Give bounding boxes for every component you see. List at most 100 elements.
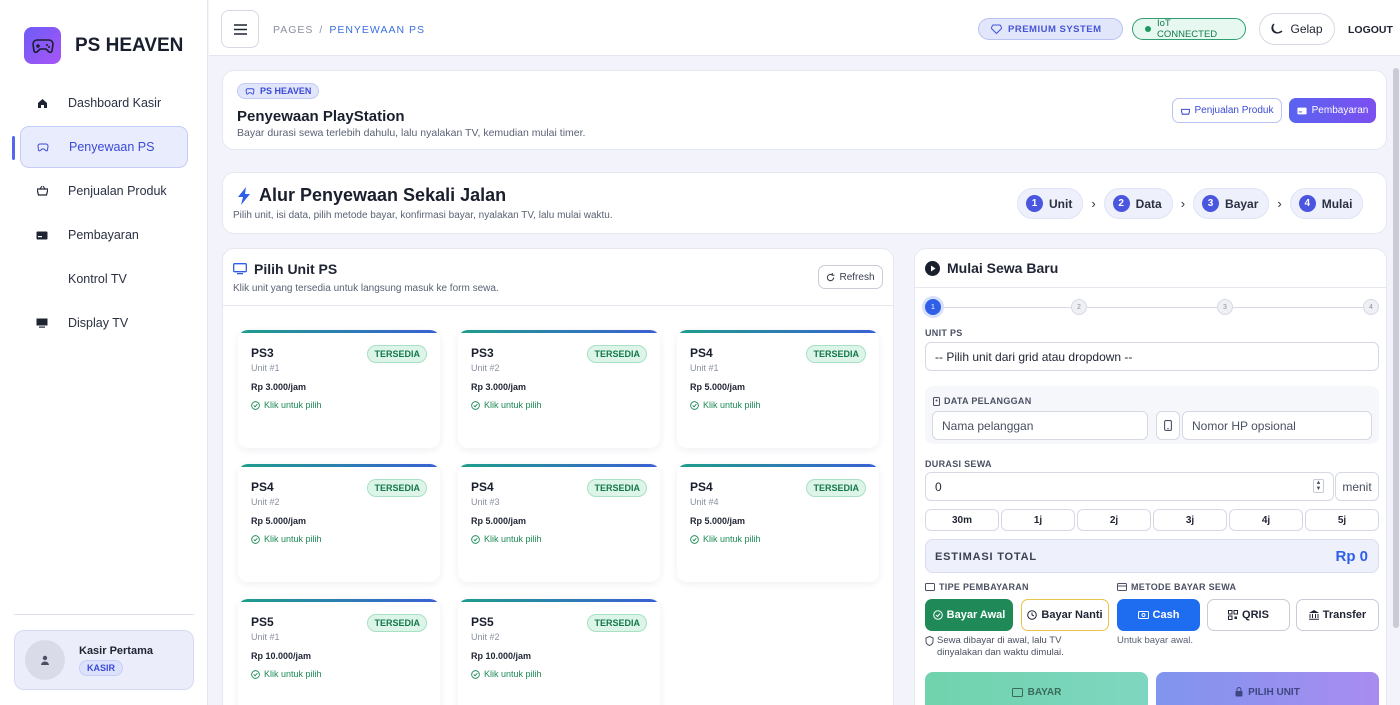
unit-card[interactable]: PS4 Unit #1 Rp 5.000/jam TERSEDIA Klik u… (677, 330, 879, 448)
pick-unit-button[interactable]: PILIH UNIT (1156, 672, 1379, 705)
status-badge: TERSEDIA (587, 345, 647, 363)
brand-tag: PS HEAVEN (237, 83, 320, 99)
brand-name: PS HEAVEN (75, 34, 184, 56)
flow-step-bayar: 3 Bayar (1193, 188, 1270, 219)
pay-later-button[interactable]: Bayar Nanti (1021, 599, 1109, 631)
play-circle-icon (925, 260, 940, 276)
user-icon (41, 655, 49, 665)
flow-steps: 1 Unit › 2 Data › 3 Bayar › 4 Mulai (1017, 188, 1364, 219)
duration-preset-button[interactable]: 30m (925, 509, 999, 531)
method-qris-button[interactable]: QRIS (1207, 599, 1290, 631)
customer-name-input[interactable]: Nama pelanggan (932, 411, 1148, 440)
unit-card[interactable]: PS4 Unit #2 Rp 5.000/jam TERSEDIA Klik u… (238, 464, 440, 582)
unit-label: UNIT PS (925, 328, 963, 338)
unit-card[interactable]: PS4 Unit #4 Rp 5.000/jam TERSEDIA Klik u… (677, 464, 879, 582)
diamond-icon (991, 24, 1002, 34)
sidebar-item-dashboard[interactable]: Dashboard Kasir (20, 82, 188, 124)
shield-icon (925, 636, 934, 646)
progress-step: 4 (1363, 299, 1379, 315)
unit-card[interactable]: PS3 Unit #1 Rp 3.000/jam TERSEDIA Klik u… (238, 330, 440, 448)
flow-subtitle: Pilih unit, isi data, pilih metode bayar… (233, 210, 613, 221)
wallet-icon (1011, 687, 1023, 697)
wallet-icon (925, 583, 935, 591)
phone-input[interactable]: Nomor HP opsional (1182, 411, 1372, 440)
duration-preset-button[interactable]: 5j (1305, 509, 1379, 531)
status-badge: TERSEDIA (367, 345, 427, 363)
refresh-button[interactable]: Refresh (818, 265, 883, 289)
flow-step-mulai: 4 Mulai (1289, 188, 1364, 219)
sidebar-item-penjualan[interactable]: Penjualan Produk (20, 170, 188, 212)
gamepad-logo-icon (24, 27, 61, 64)
method-cash-button[interactable]: Cash (1117, 599, 1200, 631)
estimate-value: Rp 0 (1335, 548, 1368, 565)
unit-select[interactable]: -- Pilih unit dari grid atau dropdown -- (925, 342, 1379, 371)
refresh-icon (827, 272, 836, 281)
unit-card[interactable]: PS3 Unit #2 Rp 3.000/jam TERSEDIA Klik u… (458, 330, 660, 448)
pay-button[interactable]: BAYAR (925, 672, 1148, 705)
unit-card[interactable]: PS5 Unit #2 Rp 10.000/jam TERSEDIA Klik … (458, 599, 660, 705)
breadcrumb-root[interactable]: PAGES (273, 24, 313, 36)
check-circle-icon (251, 669, 260, 679)
penjualan-produk-button[interactable]: Penjualan Produk (1172, 98, 1282, 123)
menu-toggle-button[interactable] (221, 10, 259, 48)
estimate-total: ESTIMASI TOTAL Rp 0 (925, 539, 1379, 573)
form-progress: 1 2 3 4 (925, 299, 1380, 315)
units-header: Pilih Unit PS Klik unit yang tersedia un… (223, 249, 893, 306)
progress-step: 1 (925, 299, 941, 315)
page-header-card: PS HEAVEN Penyewaan PlayStation Bayar du… (222, 70, 1387, 150)
units-subtitle: Klik unit yang tersedia untuk langsung m… (233, 283, 499, 294)
home-icon (36, 97, 48, 109)
method-transfer-button[interactable]: Transfer (1296, 599, 1379, 631)
brand[interactable]: PS HEAVEN (24, 27, 183, 64)
iot-status-badge: IoT CONNECTED (1132, 18, 1246, 40)
stepper-icon[interactable]: ▲ ▼ (1313, 479, 1324, 493)
sidebar-item-penyewaan[interactable]: Penyewaan PS (12, 126, 188, 168)
sidebar-item-pembayaran[interactable]: Pembayaran (20, 214, 188, 256)
theme-toggle-button[interactable]: Gelap (1259, 13, 1335, 45)
monitor-icon (233, 263, 247, 275)
status-dot-icon (1145, 26, 1151, 32)
pembayaran-button[interactable]: Pembayaran (1289, 98, 1376, 123)
status-badge: TERSEDIA (806, 345, 866, 363)
check-circle-icon (690, 534, 699, 544)
unit-card[interactable]: PS5 Unit #1 Rp 10.000/jam TERSEDIA Klik … (238, 599, 440, 705)
divider (14, 614, 194, 615)
card-icon (36, 229, 48, 241)
sidebar-nav: Dashboard Kasir Penyewaan PS Penjualan P… (12, 82, 188, 346)
check-circle-icon (690, 400, 699, 410)
status-badge: TERSEDIA (367, 614, 427, 632)
duration-input[interactable]: 0 ▲ ▼ (925, 472, 1334, 501)
chevron-right-icon: › (1180, 196, 1186, 211)
moon-icon (1271, 23, 1283, 34)
hamburger-icon (233, 23, 247, 35)
duration-preset-button[interactable]: 2j (1077, 509, 1151, 531)
sidebar-item-kontrol-tv[interactable]: Kontrol TV (20, 258, 188, 300)
duration-preset-button[interactable]: 1j (1001, 509, 1075, 531)
sidebar-item-display-tv[interactable]: Display TV (20, 302, 188, 344)
monitor-icon (36, 317, 48, 329)
pay-type-note: Sewa dibayar di awal, lalu TV dinyalakan… (925, 635, 1090, 660)
sidebar-item-label: Pembayaran (68, 228, 139, 242)
pay-now-button[interactable]: Bayar Awal (925, 599, 1013, 631)
logout-button[interactable]: LOGOUT (1348, 24, 1393, 36)
status-badge: TERSEDIA (587, 614, 647, 632)
user-name: Kasir Pertama (79, 644, 153, 657)
user-card[interactable]: Kasir Pertama KASIR (14, 630, 194, 690)
gamepad-icon (37, 141, 49, 153)
flow-step-data: 2 Data (1103, 188, 1173, 219)
avatar (25, 640, 65, 680)
id-card-icon (933, 396, 940, 406)
unit-card[interactable]: PS4 Unit #3 Rp 5.000/jam TERSEDIA Klik u… (458, 464, 660, 582)
sidebar-item-label: Dashboard Kasir (68, 96, 162, 110)
duration-preset-button[interactable]: 3j (1153, 509, 1227, 531)
pay-type-label: TIPE PEMBAYARAN (925, 582, 1029, 592)
chevron-right-icon: › (1091, 196, 1096, 211)
duration-preset-button[interactable]: 4j (1229, 509, 1303, 531)
breadcrumb: PAGES / PENYEWAAN PS (273, 24, 425, 36)
method-note: Untuk bayar awal. (1117, 635, 1194, 646)
status-badge: TERSEDIA (587, 479, 647, 497)
page-scrollbar[interactable] (1393, 68, 1399, 628)
status-badge: TERSEDIA (806, 479, 866, 497)
progress-step: 2 (1071, 299, 1087, 315)
role-badge: KASIR (79, 659, 124, 676)
